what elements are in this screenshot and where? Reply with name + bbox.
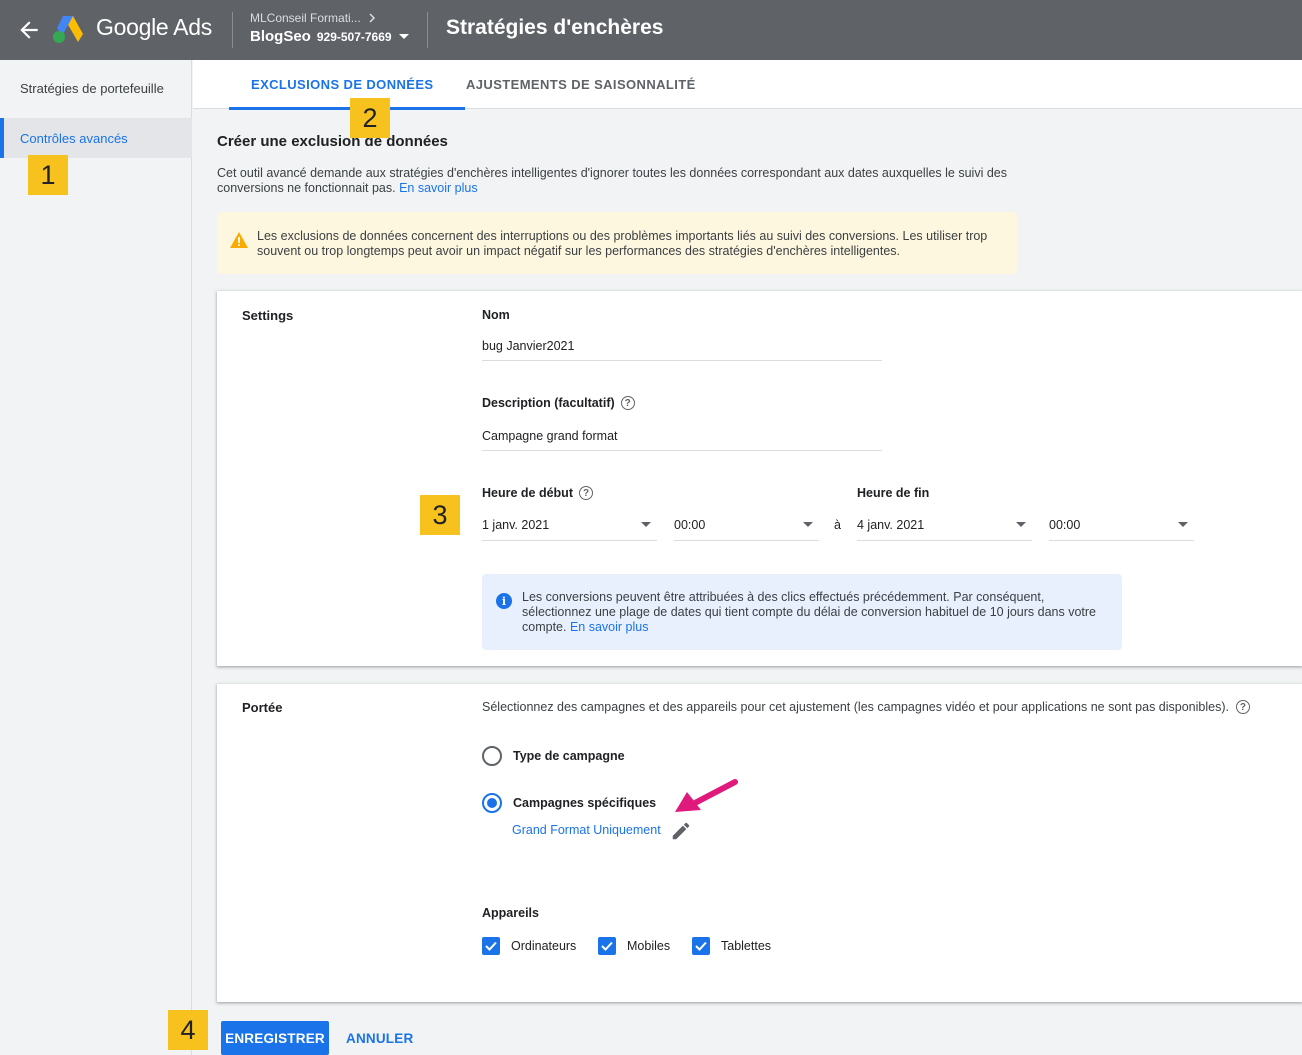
start-date-select[interactable]: 1 janv. 2021 (482, 509, 657, 541)
sidebar-item-label: Contrôles avancés (20, 130, 128, 146)
caret-down-icon (398, 33, 409, 39)
warning-banner: Les exclusions de données concernent des… (217, 212, 1017, 274)
top-bar: Google Ads MLConseil Formati... BlogSeo … (0, 0, 1302, 60)
checkbox-computers[interactable]: Ordinateurs (482, 937, 576, 955)
description-label: Description (facultatif) ? (482, 396, 635, 410)
end-time-label: Heure de fin (857, 486, 930, 500)
end-time-select[interactable]: 00:00 (1049, 509, 1194, 541)
annotation-arrow-icon (675, 779, 738, 812)
sidebar: Stratégies de portefeuille Contrôles ava… (0, 60, 192, 1055)
annotation-badge-1: 1 (28, 155, 68, 195)
intro-text: Cet outil avancé demande aux stratégies … (217, 166, 1007, 195)
caret-down-icon (803, 522, 813, 527)
range-separator: à (834, 518, 841, 532)
warning-icon (230, 232, 248, 248)
devices-label: Appareils (482, 906, 539, 920)
checkbox-checked-icon (692, 937, 710, 955)
save-button[interactable]: ENREGISTRER (221, 1021, 329, 1055)
annotation-badge-3: 3 (420, 495, 460, 535)
name-input[interactable]: bug Janvier2021 (482, 331, 882, 361)
google-ads-logo-icon (53, 16, 83, 43)
selected-campaign-link[interactable]: Grand Format Uniquement (512, 823, 661, 837)
warning-text: Les exclusions de données concernent des… (257, 229, 988, 258)
scope-card: Portée Sélectionnez des campagnes et des… (217, 684, 1302, 1002)
start-time-select[interactable]: 00:00 (674, 509, 819, 541)
scope-description: Sélectionnez des campagnes et des appare… (482, 700, 1297, 714)
radio-unchecked-icon (482, 746, 502, 766)
checkbox-checked-icon (598, 937, 616, 955)
settings-card: Settings Nom bug Janvier2021 Description… (217, 291, 1302, 666)
checkbox-tablets[interactable]: Tablettes (692, 937, 771, 955)
page-title: Stratégies d'enchères (446, 16, 664, 39)
caret-down-icon (1178, 522, 1188, 527)
scope-section-label: Portée (242, 700, 283, 715)
sidebar-item-label: Stratégies de portefeuille (20, 80, 164, 96)
cancel-button[interactable]: ANNULER (340, 1021, 419, 1055)
info-icon: i (496, 593, 512, 609)
start-time-label: Heure de début ? (482, 486, 593, 500)
info-banner: i Les conversions peuvent être attribuée… (482, 574, 1122, 650)
caret-down-icon (641, 522, 651, 527)
info-text: Les conversions peuvent être attribuées … (522, 590, 1096, 634)
learn-more-link[interactable]: En savoir plus (570, 620, 649, 634)
caret-down-icon (1016, 522, 1026, 527)
account-id: 929-507-7669 (316, 29, 392, 44)
tab-seasonality-adjustments[interactable]: AJUSTEMENTS DE SAISONNALITÉ (466, 60, 696, 109)
account-switcher[interactable]: MLConseil Formati... BlogSeo 929-507-766… (250, 11, 410, 45)
radio-specific-campaigns[interactable]: Campagnes spécifiques (482, 793, 656, 813)
settings-section-label: Settings (242, 308, 294, 323)
account-name: MLConseil Formati... (250, 11, 361, 25)
back-arrow-icon[interactable] (16, 17, 42, 43)
end-date-select[interactable]: 4 janv. 2021 (857, 509, 1032, 541)
radio-campaign-type[interactable]: Type de campagne (482, 746, 625, 766)
brand-name: Google Ads (96, 14, 212, 40)
checkbox-mobiles[interactable]: Mobiles (598, 937, 670, 955)
name-label: Nom (482, 308, 510, 322)
learn-more-link[interactable]: En savoir plus (399, 181, 478, 195)
header-divider (427, 12, 428, 48)
header-divider (232, 12, 233, 48)
help-icon[interactable]: ? (620, 396, 635, 410)
sidebar-item-portfolio-strategies[interactable]: Stratégies de portefeuille (0, 68, 192, 108)
annotation-badge-2: 2 (350, 98, 390, 138)
sidebar-item-advanced-controls[interactable]: Contrôles avancés (0, 118, 192, 158)
edit-pencil-icon[interactable] (670, 820, 692, 842)
help-icon[interactable]: ? (1235, 700, 1250, 714)
account-blog: BlogSeo (250, 28, 311, 45)
radio-checked-icon (482, 793, 502, 813)
checkbox-checked-icon (482, 937, 500, 955)
tab-data-exclusions[interactable]: EXCLUSIONS DE DONNÉES (228, 60, 467, 110)
help-icon[interactable]: ? (579, 486, 593, 500)
annotation-badge-4: 4 (168, 1010, 208, 1050)
description-input[interactable]: Campagne grand format (482, 421, 882, 451)
chevron-right-icon (369, 13, 375, 23)
section-title: Créer une exclusion de données (217, 133, 448, 150)
